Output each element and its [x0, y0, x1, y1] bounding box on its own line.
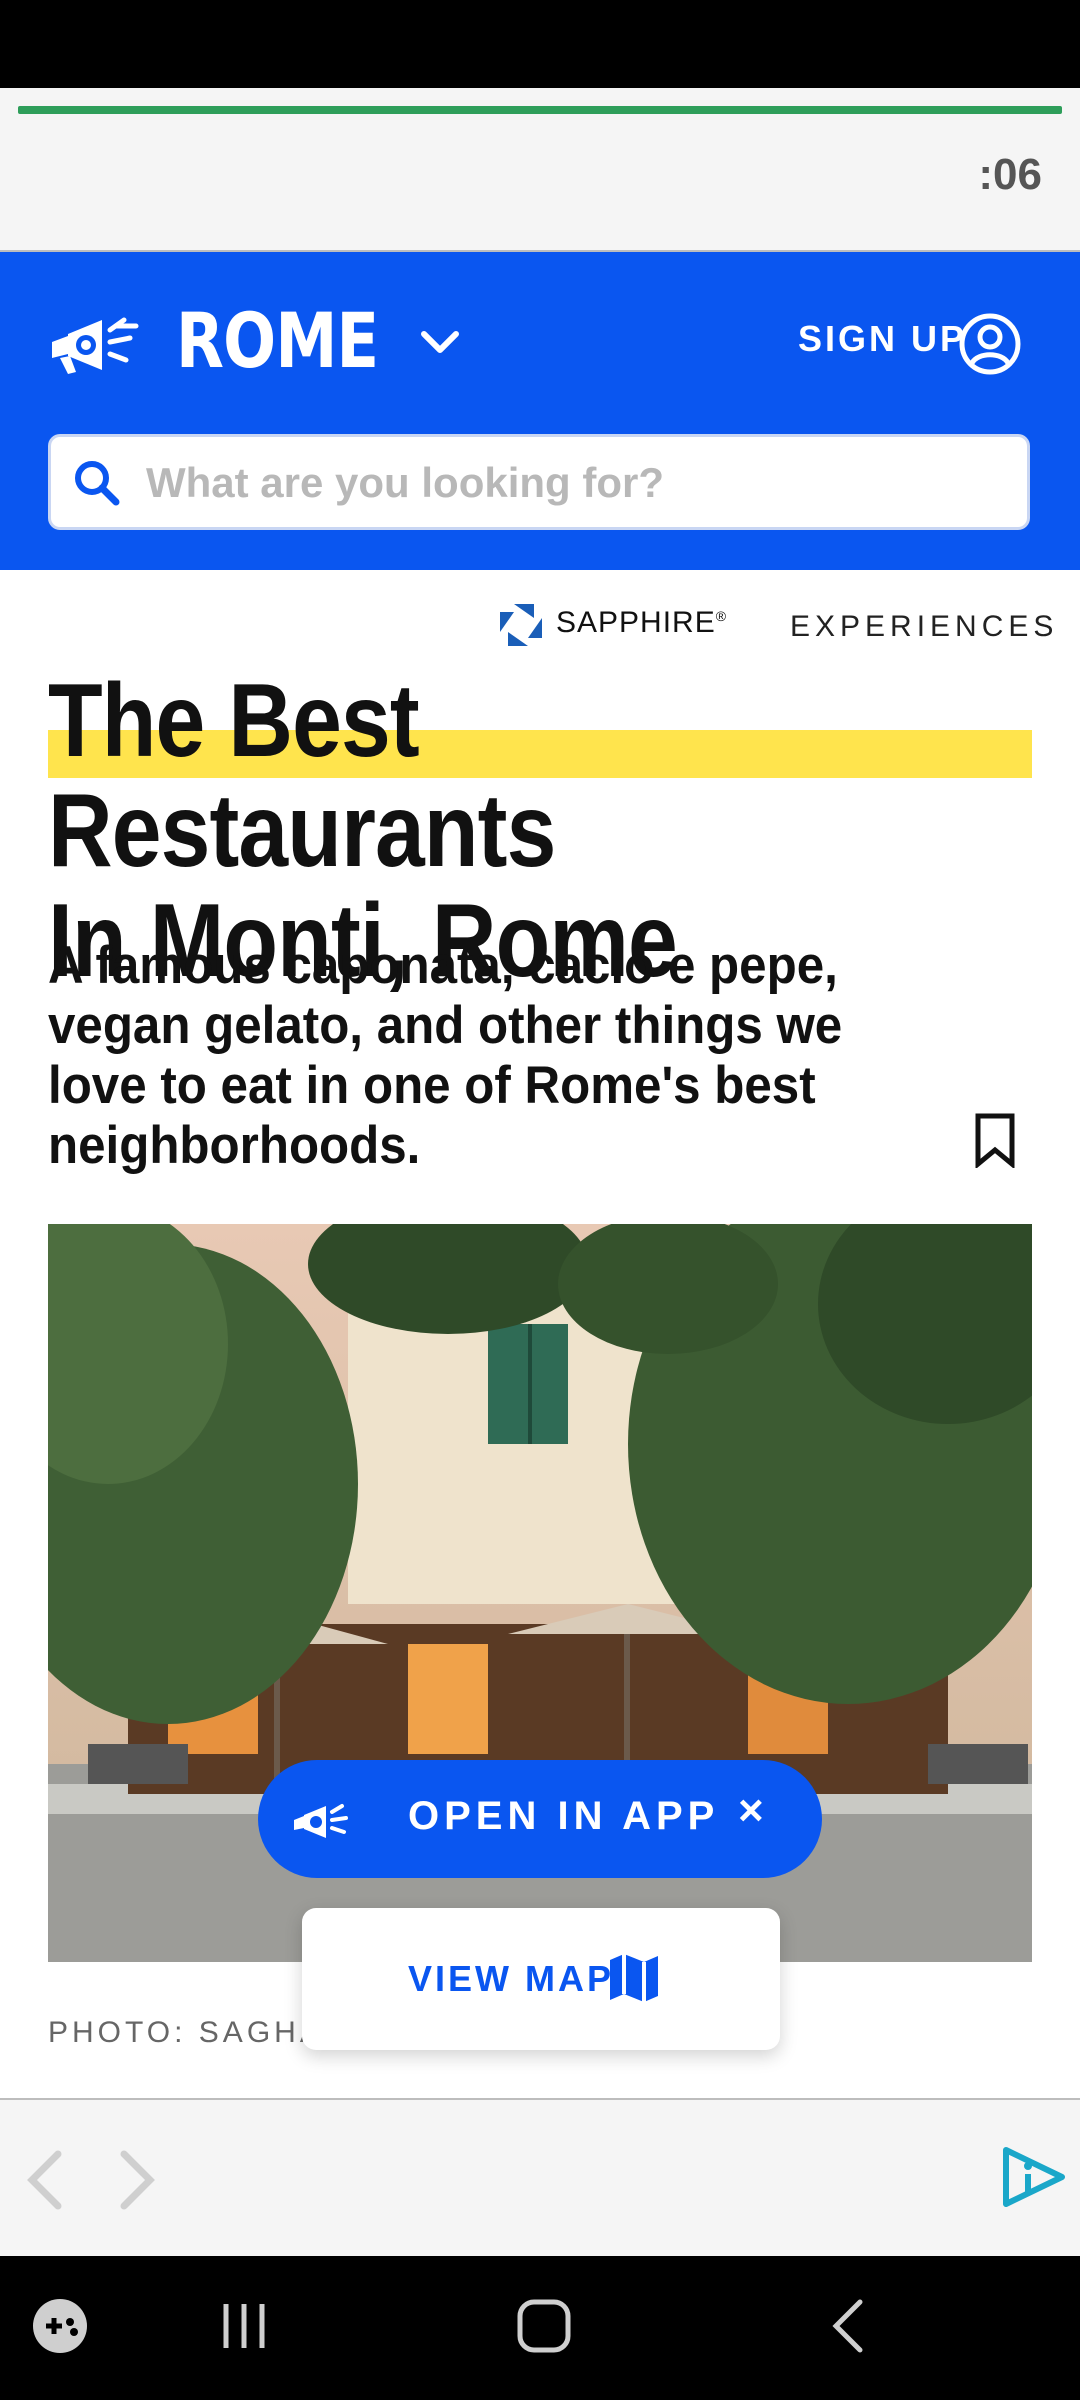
- bookmark-icon[interactable]: [974, 1112, 1016, 1168]
- city-name[interactable]: ROME: [176, 296, 379, 385]
- article-subheadline: A famous caponata, cacio e pepe, vegan g…: [48, 936, 843, 1175]
- home-icon[interactable]: [514, 2296, 574, 2356]
- search-icon: [75, 461, 120, 506]
- bottom-ad-bar: [0, 2098, 1080, 2258]
- sign-up-link[interactable]: SIGN UP: [798, 318, 967, 360]
- open-in-app-label: OPEN IN APP: [408, 1794, 720, 1838]
- sponsor-name: SAPPHIRE®: [556, 606, 728, 639]
- sapphire-logo-icon: [500, 604, 542, 646]
- ad-choices-icon[interactable]: [1000, 2146, 1066, 2208]
- map-icon: [610, 1954, 658, 2002]
- ad-progress-bar: [18, 106, 1062, 114]
- game-launcher-icon[interactable]: [30, 2296, 90, 2356]
- chevron-down-icon[interactable]: [418, 326, 462, 356]
- recents-icon[interactable]: [216, 2300, 272, 2352]
- status-bar: [0, 0, 1080, 88]
- close-icon[interactable]: ×: [738, 1786, 764, 1836]
- chevron-right-icon[interactable]: [116, 2148, 160, 2212]
- back-icon[interactable]: [826, 2296, 870, 2356]
- ad-timer: :06: [978, 150, 1042, 199]
- account-icon[interactable]: [958, 312, 1022, 376]
- sponsor-tag: EXPERIENCES: [790, 610, 1059, 643]
- megaphone-icon: [294, 1804, 348, 1838]
- search-input[interactable]: [146, 448, 1006, 518]
- chevron-left-icon[interactable]: [22, 2148, 66, 2212]
- photo-credit: PHOTO: SAGHA: [48, 2016, 324, 2049]
- megaphone-icon[interactable]: [46, 308, 156, 378]
- view-map-label: VIEW MAP: [408, 1958, 615, 1999]
